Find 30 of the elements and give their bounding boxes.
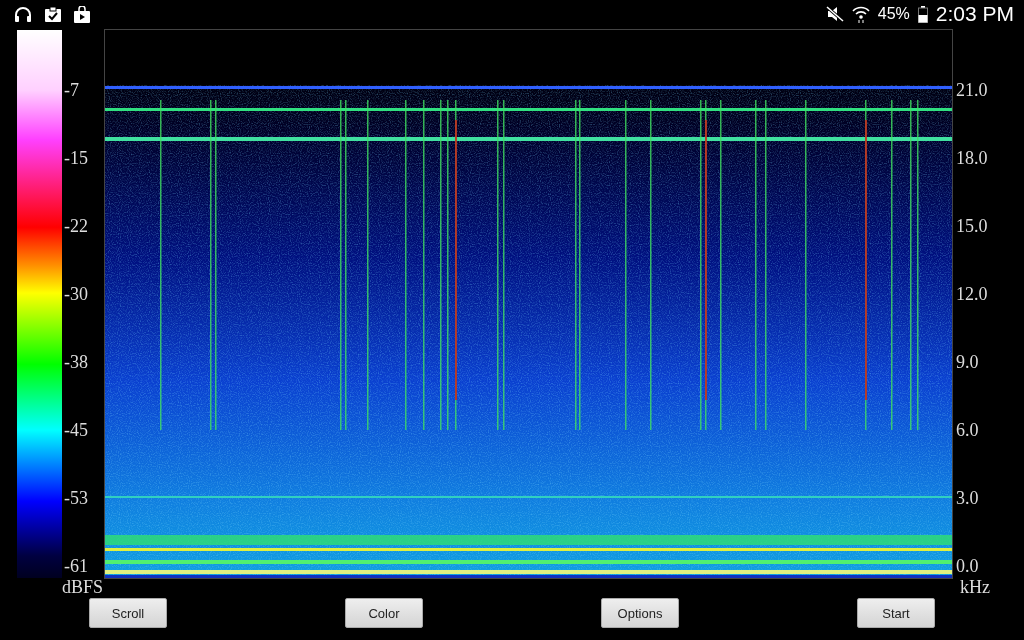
- shopping-bag-play-icon: [74, 5, 90, 23]
- headphones-icon: [14, 6, 32, 22]
- action-button[interactable]: Options: [601, 598, 679, 628]
- scale-label: -61: [64, 556, 88, 576]
- frequency-label: 3.0: [956, 488, 979, 508]
- frequency-label: 21.0: [956, 80, 988, 100]
- battery-icon: [917, 5, 928, 23]
- battery-percent: 45%: [877, 5, 910, 23]
- scale-label: -7: [64, 80, 79, 100]
- scale-label: -38: [64, 352, 88, 372]
- frequency-label: 9.0: [956, 352, 979, 372]
- frequency-label: 12.0: [956, 284, 988, 304]
- scale-label: -22: [64, 216, 88, 236]
- clipboard-check-icon: [44, 5, 62, 23]
- action-button[interactable]: Color: [345, 598, 423, 628]
- clock-time: 2:03 PM: [935, 2, 1014, 26]
- frequency-label: 15.0: [956, 216, 988, 236]
- frequency-label: 18.0: [956, 148, 988, 168]
- action-button[interactable]: Start: [857, 598, 935, 628]
- frequency-label: 6.0: [956, 420, 979, 440]
- frequency-label: 0.0: [956, 556, 979, 576]
- mute-icon: [825, 6, 844, 22]
- frequency-unit-label: kHz: [960, 578, 990, 596]
- scale-label: -53: [64, 488, 88, 508]
- scale-label: -45: [64, 420, 88, 440]
- scale-unit-label: dBFS: [62, 578, 104, 596]
- action-button[interactable]: Scroll: [89, 598, 167, 628]
- scale-label: -30: [64, 284, 88, 304]
- wifi-icon: [851, 5, 870, 23]
- scale-label: -15: [64, 148, 88, 168]
